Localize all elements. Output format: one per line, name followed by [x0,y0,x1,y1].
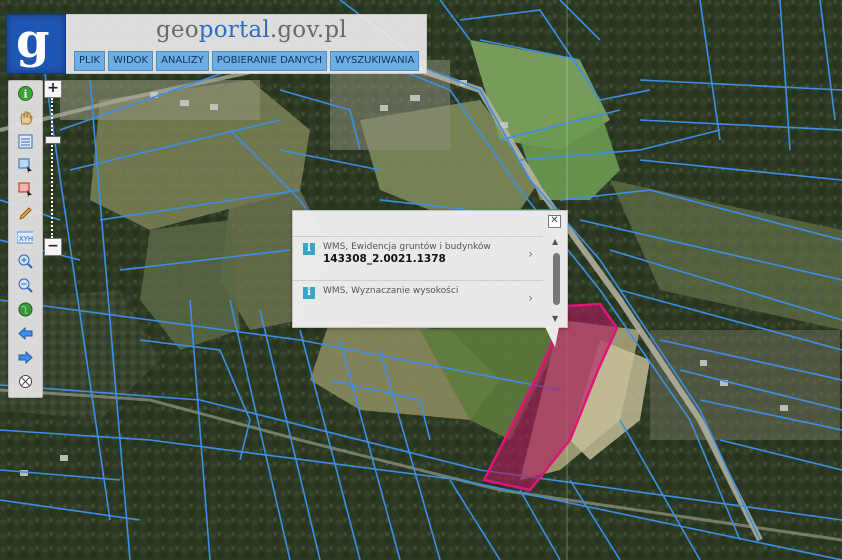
select-red-icon[interactable] [17,181,33,197]
popup-scrollbar[interactable]: ▲ ▼ [551,237,563,323]
title-part-3: .gov.pl [269,17,347,43]
pencil-icon[interactable] [17,205,33,221]
parcel-id-value: 143308_2.0021.1378 [323,253,446,265]
xyh-label: XYH [19,235,33,243]
popup-pointer [545,327,559,347]
zoom-handle[interactable] [45,136,61,144]
scroll-down-icon[interactable]: ▼ [552,314,558,323]
forward-arrow-icon[interactable] [17,349,33,365]
popup-row-wysokosci[interactable]: i WMS, Wyznaczanie wysokości › [293,280,543,323]
zoom-track[interactable] [51,98,55,238]
feature-info-popup: ✕ i WMS, Ewidencja gruntów i budynków 14… [292,210,568,347]
crosshair-icon[interactable] [17,373,33,389]
main-menu: PLIK WIDOK ANALIZY POBIERANIE DANYCH WYS… [74,51,420,71]
select-area-icon[interactable] [17,157,33,173]
svg-text:i: i [23,89,27,100]
back-arrow-icon[interactable] [17,325,33,341]
zoom-out-icon[interactable] [17,277,33,293]
pan-hand-icon[interactable] [17,109,33,125]
scroll-thumb[interactable] [553,253,560,305]
popup-row-ewidencja[interactable]: i WMS, Ewidencja gruntów i budynków 1433… [293,236,543,279]
zoom-slider[interactable]: + − [44,80,62,256]
info-badge-icon: i [303,243,315,255]
layers-icon[interactable] [17,133,33,149]
title-bar: geoportal.gov.pl PLIK WIDOK ANALIZY POBI… [66,14,427,74]
info-icon[interactable]: i [17,85,33,101]
zoom-minus-button[interactable]: − [44,238,62,256]
chevron-right-icon[interactable]: › [528,247,533,261]
title-part-1: geo [156,17,199,43]
menu-item-analizy[interactable]: ANALIZY [156,51,209,71]
chevron-right-icon[interactable]: › [528,291,533,305]
info-badge-icon: i [303,287,315,299]
title-part-2: portal [198,17,270,43]
close-icon[interactable]: ✕ [548,215,561,228]
site-title: geoportal.gov.pl [156,17,347,43]
geoportal-logo[interactable]: g [6,14,66,74]
header: g geoportal.gov.pl PLIK WIDOK ANALIZY PO… [6,14,427,74]
menu-item-widok[interactable]: WIDOK [108,51,154,71]
xyh-coordinates-icon[interactable]: XYH [17,229,33,245]
popup-row-label: WMS, Ewidencja gruntów i budynków [323,242,491,252]
zoom-plus-button[interactable]: + [44,80,62,98]
map-toolbar: i XYH [8,80,43,398]
menu-item-pobieranie-danych[interactable]: POBIERANIE DANYCH [211,51,327,71]
popup-row-label: WMS, Wyznaczanie wysokości [323,286,459,296]
scroll-up-icon[interactable]: ▲ [552,237,558,246]
zoom-in-icon[interactable] [17,253,33,269]
globe-icon[interactable] [17,301,33,317]
menu-item-plik[interactable]: PLIK [74,51,106,71]
logo-letter: g [16,13,50,69]
menu-item-wyszukiwania[interactable]: WYSZUKIWANIA [329,51,420,71]
